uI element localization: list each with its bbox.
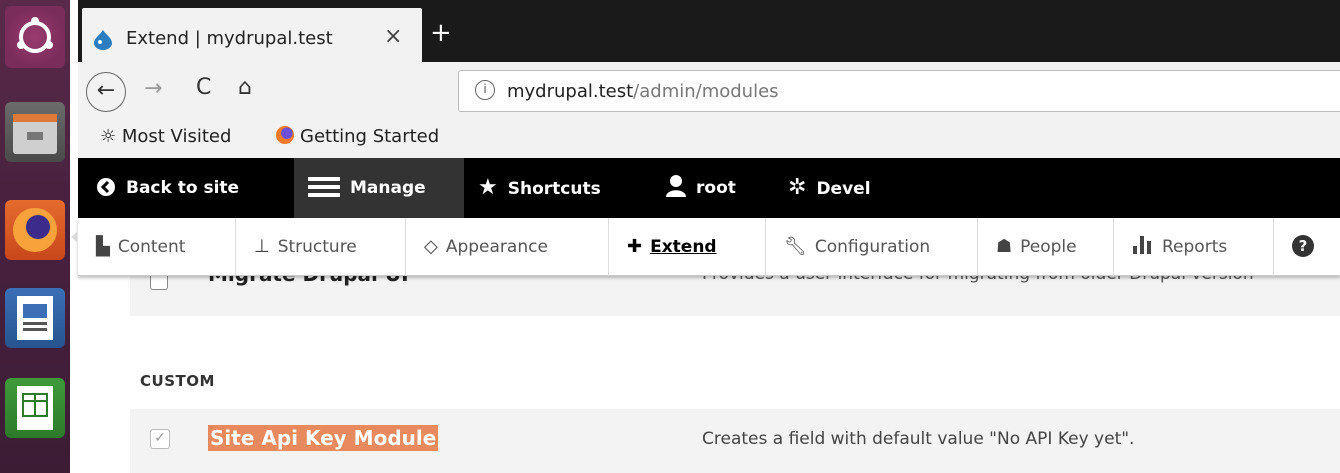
drupal-admin-toolbar: Back to site Manage ★ Shortcuts root ✲ Dev… <box>78 158 1340 218</box>
star-icon: ★ <box>478 175 498 200</box>
bookmark-label: Getting Started <box>300 126 440 147</box>
url-bar[interactable]: i mydrupal.test/admin/modules <box>458 70 1340 112</box>
sitemap-icon: ⊥ <box>254 236 270 257</box>
manage-label: Manage <box>350 178 426 198</box>
tray-item-label: Content <box>117 237 186 257</box>
bookmark-getting-started[interactable]: Getting Started <box>276 126 439 147</box>
tray-item-label: Extend <box>650 237 717 257</box>
bookmarks-toolbar: ☼ Most Visited Getting Started <box>78 120 1340 158</box>
active-app-indicator <box>71 232 77 242</box>
tray-item-label: Configuration <box>814 237 931 257</box>
user-icon <box>666 175 686 197</box>
tray-item-configuration[interactable]: 🔧︎ Configuration <box>766 218 978 276</box>
module-name[interactable]: Site Api Key Module <box>208 425 439 451</box>
files-icon[interactable] <box>5 102 65 162</box>
reload-button[interactable]: C <box>196 75 211 100</box>
tray-item-content[interactable]: ▙ Content <box>78 218 236 276</box>
close-tab-icon[interactable]: × <box>384 24 402 49</box>
ubuntu-launcher <box>0 0 77 473</box>
tray-item-people[interactable]: ☗ People <box>978 218 1114 276</box>
user-tab[interactable]: root <box>666 158 736 218</box>
home-button[interactable]: ⌂ <box>238 75 252 100</box>
manage-tray: ▙ Content ⊥ Structure ◇ Appearance ✚ Extend … <box>78 218 1340 276</box>
devel-label: Devel <box>816 179 871 199</box>
document-icon: ▙ <box>96 236 110 257</box>
libreoffice-calc-icon[interactable] <box>5 378 65 438</box>
paint-brush-icon: ◇ <box>424 236 438 257</box>
back-button[interactable]: ← <box>86 72 126 112</box>
tray-item-label: Structure <box>277 237 357 257</box>
tray-item-extend[interactable]: ✚ Extend <box>609 218 766 276</box>
url-path: /admin/modules <box>633 81 779 102</box>
url-text: mydrupal.test/admin/modules <box>507 81 779 102</box>
drupal-favicon-icon <box>94 30 112 50</box>
devel-tab[interactable]: ✲ Devel <box>788 158 871 218</box>
manage-tab[interactable]: Manage <box>294 158 464 218</box>
tray-item-label: Appearance <box>445 237 548 257</box>
ubuntu-dash-icon[interactable] <box>5 6 65 68</box>
new-tab-button[interactable]: + <box>430 18 452 48</box>
back-to-site-link[interactable]: Back to site <box>96 158 239 218</box>
forward-button[interactable]: → <box>144 76 162 101</box>
bookmark-label: Most Visited <box>121 126 232 147</box>
module-row: Migrate Drupal UI Provides a user interf… <box>130 262 1340 316</box>
firefox-window: Extend | mydrupal.test × + ← → C ⌂ i myd… <box>78 0 1340 473</box>
tray-item-label: Reports <box>1162 237 1228 257</box>
site-info-icon[interactable]: i <box>475 80 495 100</box>
gear-icon: ☼ <box>100 126 122 147</box>
tab-bar: Extend | mydrupal.test × + <box>78 0 1340 62</box>
back-to-site-label: Back to site <box>126 178 240 198</box>
active-tab[interactable]: Extend | mydrupal.test × <box>82 8 422 62</box>
bar-chart-icon <box>1133 236 1151 254</box>
tray-item-reports[interactable]: Reports <box>1114 218 1274 276</box>
gear-icon: ✲ <box>788 175 807 200</box>
chevron-left-circle-icon <box>97 178 115 196</box>
tab-title: Extend | mydrupal.test <box>126 28 333 49</box>
hamburger-icon <box>308 177 340 197</box>
wrench-icon: 🔧︎ <box>784 236 807 257</box>
tray-item-label: People <box>1020 237 1077 257</box>
people-icon: ☗ <box>996 236 1013 257</box>
tray-item-structure[interactable]: ⊥ Structure <box>236 218 406 276</box>
libreoffice-impress-icon[interactable] <box>5 288 65 348</box>
navigation-bar: ← → C ⌂ i mydrupal.test/admin/modules <box>78 62 1340 120</box>
tray-item-appearance[interactable]: ◇ Appearance <box>406 218 609 276</box>
module-checkbox[interactable] <box>150 276 168 290</box>
puzzle-icon: ✚ <box>627 236 643 257</box>
firefox-icon[interactable] <box>5 200 65 260</box>
module-checkbox[interactable]: ✓ <box>150 429 170 449</box>
shortcuts-label: Shortcuts <box>507 179 601 199</box>
module-row: ✓ Site Api Key Module Creates a field wi… <box>130 409 1340 473</box>
module-description: Creates a field with default value "No A… <box>702 429 1135 449</box>
user-label: root <box>696 178 736 198</box>
bookmark-most-visited[interactable]: ☼ Most Visited <box>100 126 231 147</box>
package-heading: CUSTOM <box>140 372 215 390</box>
firefox-icon <box>276 126 294 144</box>
modules-page-content: Migrate Drupal UI Provides a user interf… <box>78 262 1340 473</box>
url-host: mydrupal.test <box>507 81 634 102</box>
tray-item-help[interactable]: ? <box>1274 218 1340 276</box>
help-icon: ? <box>1292 235 1314 257</box>
shortcuts-tab[interactable]: ★ Shortcuts <box>478 158 601 218</box>
